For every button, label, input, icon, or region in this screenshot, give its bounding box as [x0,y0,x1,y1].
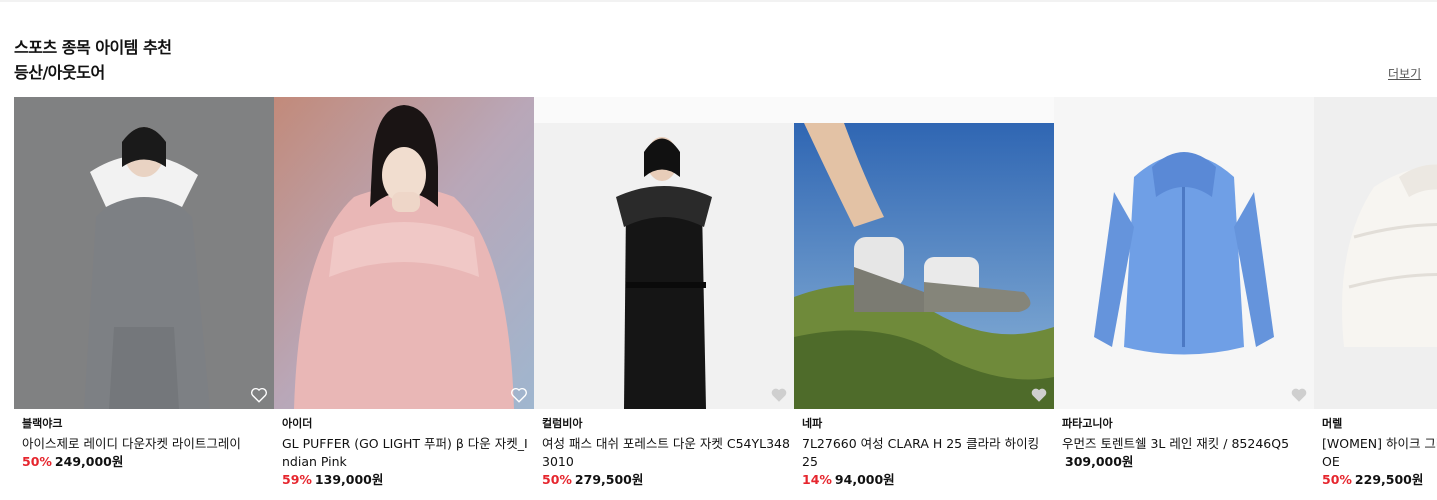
product-card[interactable]: 컬럼비아 여성 패스 대쉬 포레스트 다운 자켓 C54YL3483010 50… [534,97,794,500]
product-card[interactable]: 아이더 GL PUFFER (GO LIGHT 푸퍼) β 다운 자켓_Indi… [274,97,534,500]
wishlist-heart-filled-icon[interactable] [1290,386,1308,404]
product-image[interactable] [794,97,1054,409]
product-card[interactable]: 머렐 [WOMEN] 하이크 그라운드 다운 자켓 IVORY/OE 50%22… [1314,97,1437,500]
product-name[interactable]: 아이스제로 레이디 다운자켓 라이트그레이 [22,435,270,453]
product-name[interactable]: 우먼즈 토렌트쉘 3L 레인 재킷 / 85246Q5 [1062,435,1310,453]
discount-rate: 59% [282,472,312,487]
product-card[interactable]: 네파 7L27660 여성 CLARA H 25 클라라 하이킹 25 14% 9… [794,97,1054,500]
discount-rate: 50% [1322,472,1352,487]
product-brand: 컬럼비아 [542,417,583,430]
price-row: 14% 94,000원 [802,471,1050,489]
product-brand: 파타고니아 [1062,417,1113,430]
product-name[interactable]: GL PUFFER (GO LIGHT 푸퍼) β 다운 자켓_Indian P… [282,435,530,471]
price-row: 309,000원 [1062,453,1310,471]
product-price: 249,000원 [54,454,124,469]
product-image[interactable] [1314,97,1437,409]
price-row: 59% 139,000원 [282,471,530,489]
more-link[interactable]: 더보기 [1388,66,1421,82]
product-image[interactable] [534,97,794,409]
top-divider [0,0,1437,2]
product-price: 139,000원 [314,472,384,487]
product-name[interactable]: 여성 패스 대쉬 포레스트 다운 자켓 C54YL3483010 [542,435,790,471]
product-brand: 네파 [802,417,823,430]
product-card[interactable]: 파타고니아 우먼즈 토렌트쉘 3L 레인 재킷 / 85246Q5 309,00… [1054,97,1314,500]
product-name[interactable]: 7L27660 여성 CLARA H 25 클라라 하이킹 25 [802,435,1050,471]
discount-rate: 50% [542,472,572,487]
wishlist-heart-filled-icon[interactable] [1030,386,1048,404]
discount-rate: 14% [802,472,832,487]
wishlist-heart-outline-icon[interactable] [250,386,268,404]
product-name[interactable]: [WOMEN] 하이크 그라운드 다운 자켓 IVORY/OE [1322,435,1437,471]
price-row: 50% 229,500원 [1322,471,1437,489]
price-row: 50% 279,500원 [542,471,790,489]
product-carousel: 블랙야크 아이스제로 레이디 다운자켓 라이트그레이 50%249,000원 [14,97,1437,500]
product-image[interactable] [274,97,534,409]
product-brand: 머렐 [1322,417,1343,430]
discount-rate: 50% [22,454,52,469]
product-image[interactable] [14,97,274,409]
product-image[interactable] [1054,97,1314,409]
product-price: 94,000원 [834,472,895,487]
wishlist-heart-filled-icon[interactable] [770,386,788,404]
product-price: 229,500원 [1354,472,1424,487]
product-brand: 블랙야크 [22,417,63,430]
product-brand: 아이더 [282,417,313,430]
section-subtitle: 등산/아웃도어 [14,63,105,82]
section-title: 스포츠 종목 아이템 추천 [14,38,172,57]
product-price: 279,500원 [574,472,644,487]
wishlist-heart-outline-icon[interactable] [510,386,528,404]
product-card[interactable]: 블랙야크 아이스제로 레이디 다운자켓 라이트그레이 50% 249,000원 [14,97,274,500]
price-row: 50% 249,000원 [22,453,270,471]
product-price: 309,000원 [1065,454,1134,469]
